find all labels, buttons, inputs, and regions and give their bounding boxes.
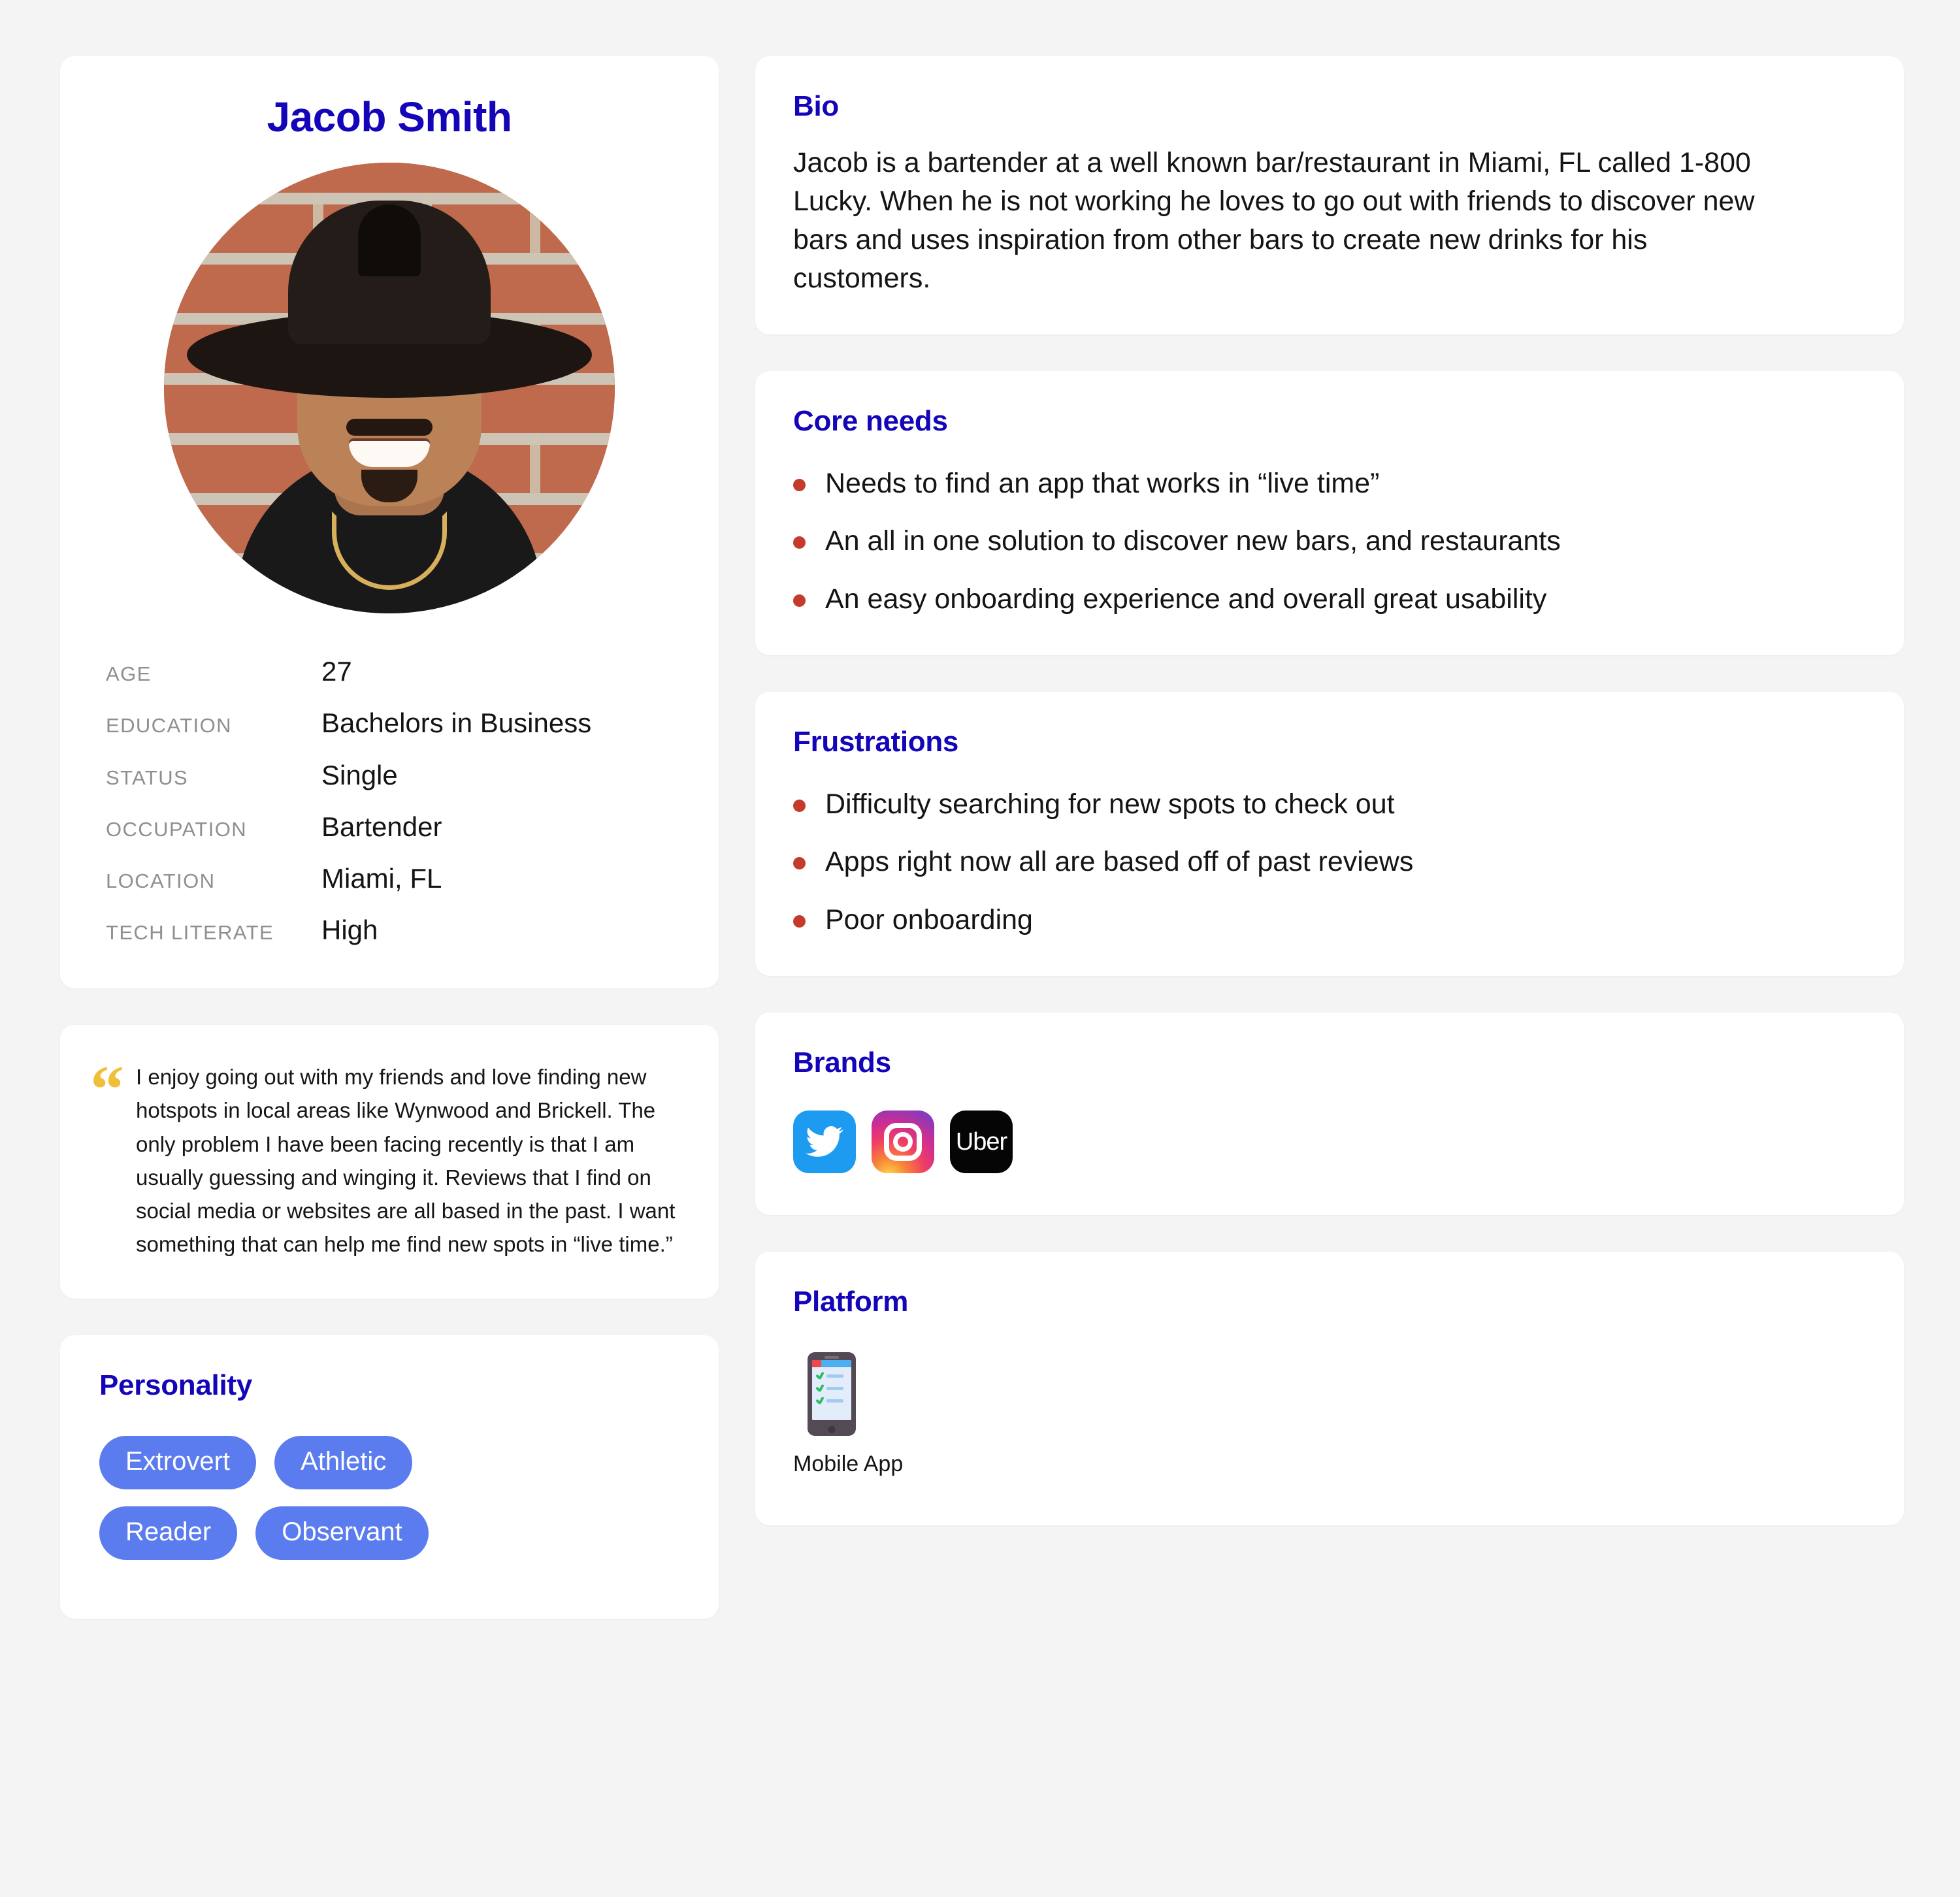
list-item-text: Poor onboarding [825,903,1033,935]
attribute-label: AGE [106,662,152,686]
brands-title: Brands [793,1046,891,1079]
check-icon [815,1384,823,1392]
bullet-dot-icon [793,799,806,812]
list-item: An all in one solution to discover new b… [793,524,1866,558]
list-item-text: Difficulty searching for new spots to ch… [825,788,1395,820]
checklist-row [815,1372,851,1380]
personality-card: Personality Extrovert Athletic Reader Ob… [60,1335,719,1619]
attribute-row-status: STATUS Single [106,760,673,790]
quotation-mark-icon: “ [90,1052,124,1127]
brands-card: Brands Uber [755,1013,1904,1216]
frustrations-card: Frustrations Difficulty searching for ne… [755,691,1904,977]
hat-dent-shape [358,204,421,277]
check-icon [815,1397,823,1404]
list-item-text: Apps right now all are based off of past… [825,846,1414,878]
list-item-text: An easy onboarding experience and overal… [825,583,1547,615]
bio-card: Bio Jacob is a bartender at a well known… [755,56,1904,334]
list-item: An easy onboarding experience and overal… [793,582,1866,616]
quote-card: “ I enjoy going out with my friends and … [60,1025,719,1299]
list-item: Difficulty searching for new spots to ch… [793,787,1866,821]
phone-home-button-shape [828,1426,836,1434]
moustache-shape [346,419,433,436]
brands-list: Uber [793,1111,1866,1174]
attribute-value: Single [321,759,398,790]
personality-trait-pill[interactable]: Reader [99,1506,238,1561]
checklist-row [815,1397,851,1404]
personality-title: Personality [99,1369,252,1402]
attribute-value: Bartender [321,811,442,842]
personality-trait-pill[interactable]: Athletic [274,1436,413,1490]
attribute-label: TECH LITERATE [106,921,274,945]
bullet-dot-icon [793,857,806,870]
attribute-value: High [321,915,378,946]
personality-trait-pill[interactable]: Observant [255,1506,429,1561]
platform-item-label: Mobile App [793,1451,904,1477]
bullet-dot-icon [793,478,806,491]
check-icon [815,1372,823,1380]
uber-wordmark: Uber [955,1128,1007,1156]
personality-trait-pill[interactable]: Extrovert [99,1436,257,1490]
attribute-list: AGE 27 EDUCATION Bachelors in Business S… [106,656,673,945]
bullet-dot-icon [793,536,806,549]
page-title: Jacob Smith [267,93,512,140]
mobile-phone-checklist-icon [808,1352,856,1436]
attribute-label: STATUS [106,766,189,789]
attribute-row-occupation: OCCUPATION Bartender [106,811,673,842]
core-needs-card: Core needs Needs to find an app that wor… [755,370,1904,655]
avatar-wrap [106,163,673,614]
checklist-line [826,1374,843,1378]
checklist-line [826,1399,843,1402]
attribute-label: LOCATION [106,869,216,892]
core-needs-title: Core needs [793,404,948,437]
left-column: Jacob Smith AGE 27 EDUCATION Bachelors i… [60,56,719,1619]
platform-item-mobile-app[interactable]: Mobile App [793,1352,904,1477]
attribute-value: 27 [321,656,352,687]
phone-status-bar [812,1360,851,1368]
avatar [164,163,615,614]
profile-card: Jacob Smith AGE 27 EDUCATION Bachelors i… [60,56,719,989]
phone-status-bar-accent [812,1360,821,1368]
attribute-row-education: EDUCATION Bachelors in Business [106,708,673,738]
list-item-text: An all in one solution to discover new b… [825,525,1561,557]
frustrations-title: Frustrations [793,725,959,758]
attribute-row-location: LOCATION Miami, FL [106,862,673,894]
attribute-row-tech-literate: TECH LITERATE High [106,915,673,945]
list-item: Apps right now all are based off of past… [793,845,1866,879]
uber-icon[interactable]: Uber [950,1111,1013,1174]
list-item: Needs to find an app that works in “live… [793,466,1866,500]
bullet-dot-icon [793,594,806,607]
bio-text: Jacob is a bartender at a well known bar… [793,147,1755,294]
attribute-value: Bachelors in Business [321,707,592,739]
checklist-line [826,1386,843,1390]
attribute-label: EDUCATION [106,714,232,738]
personality-trait-list: Extrovert Athletic Reader Observant [99,1436,544,1561]
phone-screen-shape [812,1360,851,1421]
core-needs-list: Needs to find an app that works in “live… [793,466,1866,616]
phone-speaker-shape [825,1356,839,1359]
right-column: Bio Jacob is a bartender at a well known… [755,56,1904,1526]
list-item-text: Needs to find an app that works in “live… [825,467,1380,499]
platform-title: Platform [793,1286,909,1318]
persona-page: Jacob Smith AGE 27 EDUCATION Bachelors i… [0,0,1960,1897]
frustrations-list: Difficulty searching for new spots to ch… [793,787,1866,937]
list-item: Poor onboarding [793,903,1866,937]
attribute-label: OCCUPATION [106,817,248,841]
bio-title: Bio [793,90,839,122]
bullet-dot-icon [793,915,806,928]
checklist-row [815,1384,851,1392]
twitter-icon[interactable] [793,1111,856,1174]
quote-text: I enjoy going out with my friends and lo… [136,1065,676,1257]
instagram-icon[interactable] [872,1111,934,1174]
chin-beard-shape [361,470,417,503]
attribute-row-age: AGE 27 [106,656,673,687]
platform-card: Platform Mobile App [755,1252,1904,1526]
attribute-value: Miami, FL [321,862,442,894]
mouth-shape [349,438,430,468]
